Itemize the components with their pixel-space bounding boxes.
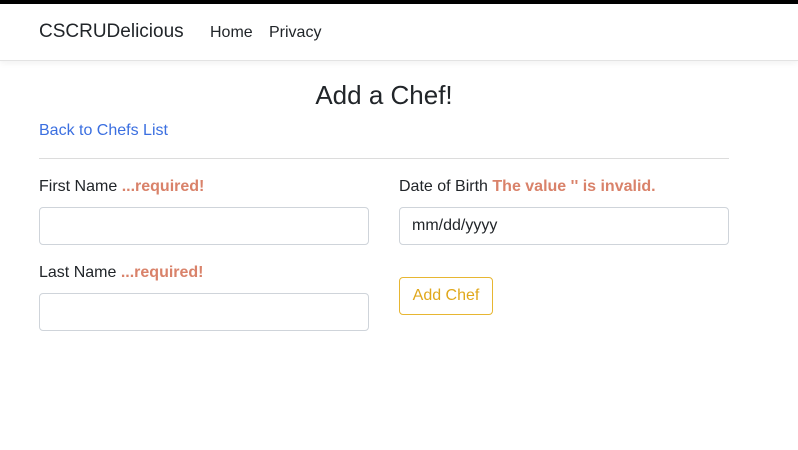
last-name-validation-message: ...required! (120, 264, 204, 281)
date-of-birth-label-text: Date of Birth (399, 178, 488, 195)
last-name-input[interactable] (39, 293, 369, 331)
first-name-label: First Name ...required! (39, 176, 204, 198)
date-of-birth-validation-message: The value '' is invalid. (492, 178, 656, 195)
date-of-birth-label: Date of Birth The value '' is invalid. (399, 176, 656, 198)
date-of-birth-input[interactable]: mm/dd/yyyy (399, 207, 729, 245)
back-to-chefs-link[interactable]: Back to Chefs List (39, 120, 168, 142)
page-title: Add a Chef! (315, 80, 453, 110)
add-chef-button[interactable]: Add Chef (399, 277, 493, 315)
divider (39, 158, 729, 159)
last-name-label-text: Last Name (39, 264, 117, 281)
first-name-validation-message: ...required! (121, 178, 205, 195)
navbar: CSCRUDelicious Home Privacy (0, 4, 798, 61)
date-of-birth-placeholder: mm/dd/yyyy (412, 217, 498, 234)
last-name-label: Last Name ...required! (39, 262, 204, 284)
nav-link-privacy[interactable]: Privacy (269, 22, 321, 44)
first-name-input[interactable] (39, 207, 369, 245)
nav-link-home[interactable]: Home (210, 22, 253, 44)
first-name-label-text: First Name (39, 178, 118, 195)
brand-link[interactable]: CSCRUDelicious (39, 20, 184, 44)
